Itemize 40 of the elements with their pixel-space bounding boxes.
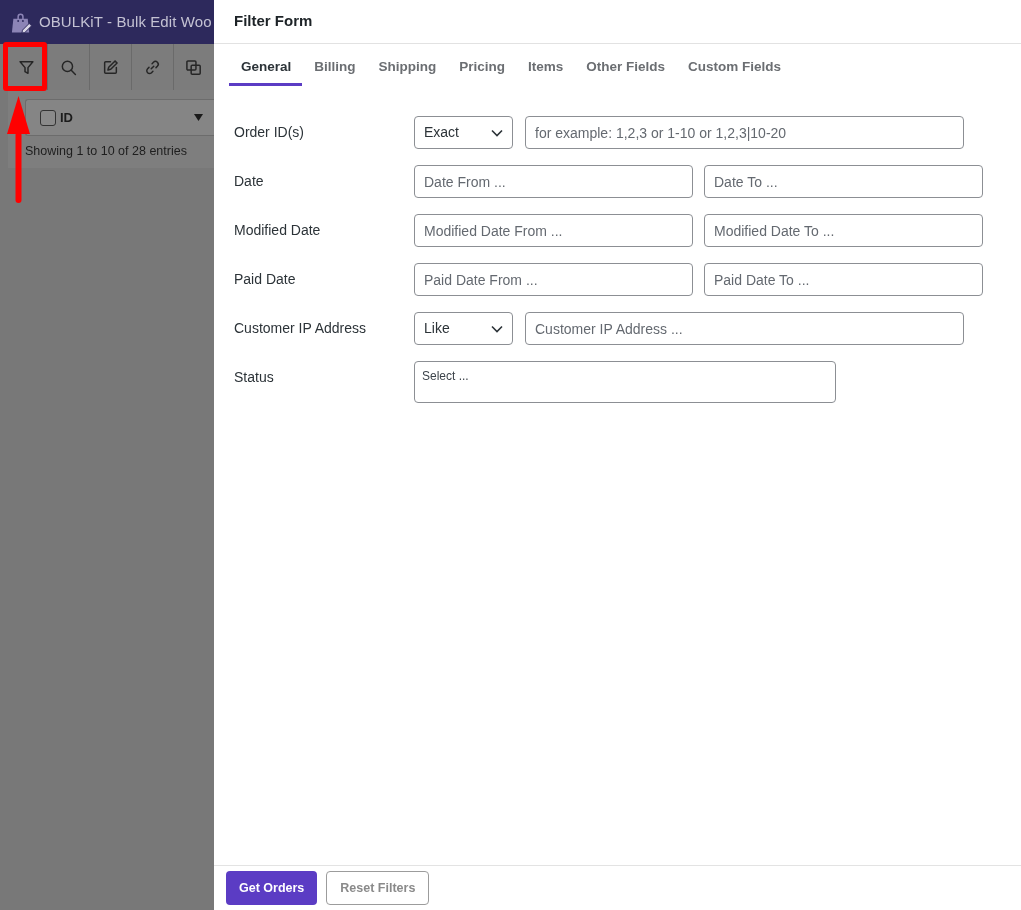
field-label: Customer IP Address — [234, 319, 367, 338]
pencil-square-icon — [102, 58, 119, 76]
caret-icon — [194, 114, 203, 121]
tab[interactable]: Shipping — [366, 50, 448, 86]
chain-link-icon — [144, 58, 161, 76]
input-field[interactable]: for example: 1,2,3 or 1-10 or 1,2,3|10-20 — [525, 116, 964, 149]
tab[interactable]: Pricing — [447, 50, 517, 86]
tab[interactable]: Other Fields — [574, 50, 677, 86]
highlight-frame — [3, 42, 47, 91]
tab[interactable]: Items — [516, 50, 575, 86]
operator-select[interactable]: Exact — [414, 116, 513, 149]
tab[interactable]: General — [229, 50, 303, 86]
get-orders-button[interactable]: Get Orders — [226, 871, 318, 905]
field-label: Modified Date — [234, 221, 321, 240]
app-title: OBULKiT - Bulk Edit Woo — [39, 11, 212, 32]
column-label: ID — [60, 108, 73, 127]
range-end-field[interactable]: Paid Date To ... — [704, 263, 983, 296]
reset-filters-button[interactable]: Reset Filters — [326, 871, 430, 905]
input-field[interactable]: Customer IP Address ... — [525, 312, 964, 345]
field-label: Order ID(s) — [234, 123, 304, 142]
overlapping-squares-icon — [185, 58, 202, 76]
range-end-field[interactable]: Date To ... — [704, 165, 983, 198]
range-start-field[interactable]: Date From ... — [414, 165, 693, 198]
tab[interactable]: Custom Fields — [676, 50, 793, 86]
range-end-field[interactable]: Modified Date To ... — [704, 214, 983, 247]
range-start-field[interactable]: Paid Date From ... — [414, 263, 693, 296]
operator-select[interactable]: Like — [414, 312, 513, 345]
funnel-icon — [18, 58, 35, 76]
search-icon — [60, 58, 77, 76]
tab[interactable]: Billing — [302, 50, 367, 86]
chevron-down-icon — [491, 128, 503, 137]
multi-select-field[interactable]: Select ... — [414, 361, 836, 403]
checkbox[interactable] — [40, 109, 56, 126]
range-start-field[interactable]: Modified Date From ... — [414, 214, 693, 247]
field-label: Date — [234, 172, 264, 191]
field-label: Status — [234, 368, 274, 387]
drawer-title: Filter Form — [234, 11, 313, 32]
chevron-down-icon — [491, 324, 503, 333]
entries-info: Showing 1 to 10 of 28 entries — [25, 143, 187, 160]
field-label: Paid Date — [234, 270, 296, 289]
